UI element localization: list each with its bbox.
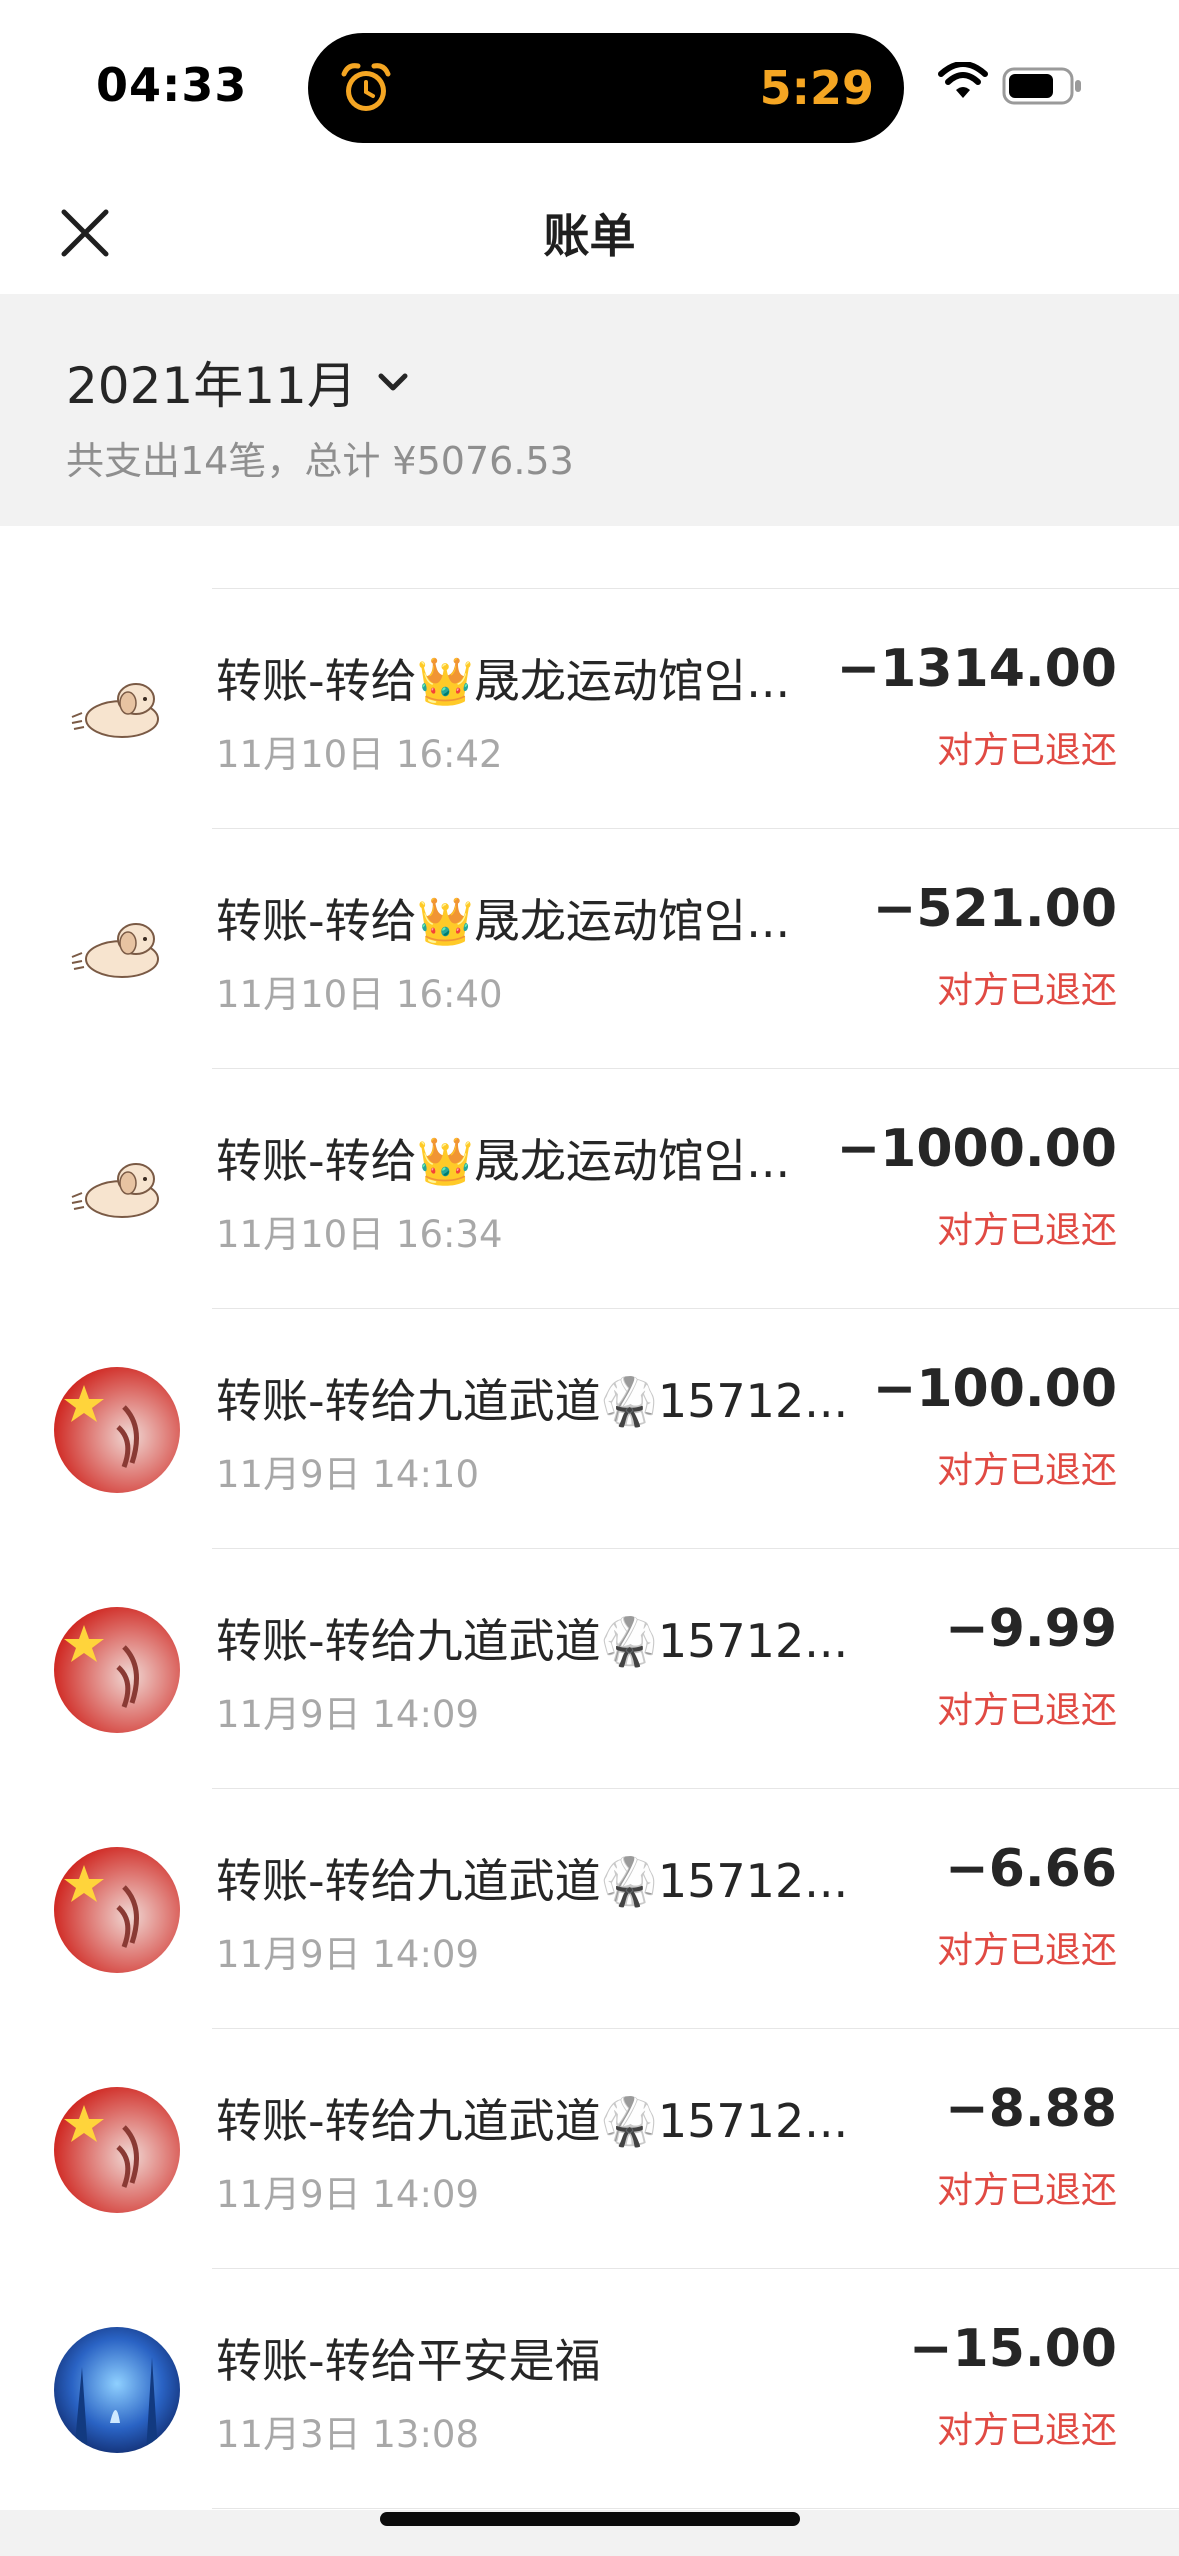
home-indicator[interactable] — [380, 2512, 800, 2526]
transaction-title: 转账-转给👑晟龙运动馆임... — [216, 894, 791, 948]
refund-status: 对方已退还 — [936, 730, 1117, 771]
avatar — [54, 1127, 180, 1253]
refund-status: 对方已退还 — [936, 2170, 1117, 2211]
transaction-time: 11月9日 14:09 — [216, 2173, 480, 2216]
transaction-time: 11月9日 14:09 — [216, 1693, 480, 1736]
flag-avatar — [54, 1367, 180, 1493]
avatar — [54, 2087, 180, 2213]
flag-avatar — [54, 1847, 180, 1973]
transaction-time: 11月3日 13:08 — [216, 2413, 480, 2456]
month-summary: 2021年11月 共支出14笔，总计 ¥5076.53 — [0, 294, 1179, 526]
page-title: 账单 — [543, 209, 636, 263]
transaction-amount: −521.00 — [872, 879, 1117, 939]
transaction-title: 转账-转给👑晟龙运动馆임... — [216, 654, 791, 708]
transaction-time: 11月10日 16:42 — [216, 733, 503, 776]
avatar — [54, 2327, 180, 2453]
transaction-amount: −100.00 — [872, 1359, 1117, 1419]
transaction-time: 11月9日 14:09 — [216, 1933, 480, 1976]
dynamic-island[interactable]: 5:29 — [308, 33, 904, 143]
transaction-title: 转账-转给平安是福 — [216, 2334, 601, 2388]
wifi-icon — [938, 62, 988, 98]
transaction-row[interactable]: 转账-转给👑晟龙运动馆임... 11月10日 16:34 −1000.00 对方… — [0, 1069, 1179, 1309]
transaction-row[interactable]: 转账-转给👑晟龙运动馆임... 11月10日 16:42 −1314.00 对方… — [0, 589, 1179, 829]
refund-status: 对方已退还 — [936, 2410, 1117, 2451]
blue-forest-avatar — [54, 2327, 180, 2453]
transaction-amount: −8.88 — [945, 2079, 1117, 2139]
transaction-amount: −1000.00 — [836, 1119, 1117, 1179]
alarm-icon — [341, 63, 391, 111]
avatar — [54, 887, 180, 1013]
puppy-avatar — [54, 887, 180, 1013]
flag-avatar — [54, 1607, 180, 1733]
transaction-list[interactable]: 转账-转给👑晟龙运动馆임... 11月10日 16:42 −1314.00 对方… — [0, 526, 1179, 2510]
transaction-amount: −9.99 — [945, 1599, 1117, 1659]
transaction-title: 转账-转给九道武道🥋15712... — [216, 2094, 849, 2148]
refund-status: 对方已退还 — [936, 1690, 1117, 1731]
divider — [212, 2508, 1179, 2509]
refund-status: 对方已退还 — [936, 1450, 1117, 1491]
status-bar: 04:33 5:29 — [0, 0, 1179, 172]
transaction-row[interactable]: 转账-转给九道武道🥋15712... 11月9日 14:09 −8.88 对方已… — [0, 2029, 1179, 2269]
transaction-row[interactable]: 转账-转给平安是福 11月3日 13:08 −15.00 对方已退还 — [0, 2269, 1179, 2509]
avatar — [54, 1847, 180, 1973]
transaction-title: 转账-转给九道武道🥋15712... — [216, 1614, 849, 1668]
transaction-time: 11月9日 14:10 — [216, 1453, 480, 1496]
status-time: 04:33 — [96, 58, 248, 112]
transaction-row[interactable]: 转账-转给九道武道🥋15712... 11月9日 14:09 −6.66 对方已… — [0, 1789, 1179, 2029]
transaction-time: 11月10日 16:34 — [216, 1213, 503, 1256]
transaction-row[interactable]: 转账-转给九道武道🥋15712... 11月9日 14:09 −9.99 对方已… — [0, 1549, 1179, 1789]
transaction-amount: −15.00 — [908, 2319, 1117, 2379]
avatar — [54, 1607, 180, 1733]
transaction-row[interactable]: 转账-转给👑晟龙运动馆임... 11月10日 16:40 −521.00 对方已… — [0, 829, 1179, 1069]
flag-avatar — [54, 2087, 180, 2213]
battery-icon — [1002, 67, 1081, 105]
chevron-down-icon — [378, 373, 408, 391]
month-label: 2021年11月 — [66, 357, 357, 415]
transaction-amount: −1314.00 — [836, 639, 1117, 699]
avatar — [54, 1367, 180, 1493]
transaction-title: 转账-转给👑晟龙运动馆임... — [216, 1134, 791, 1188]
puppy-avatar — [54, 647, 180, 773]
refund-status: 对方已退还 — [936, 970, 1117, 1011]
transaction-rows: 转账-转给👑晟龙运动馆임... 11月10日 16:42 −1314.00 对方… — [0, 589, 1179, 2509]
avatar — [54, 647, 180, 773]
transaction-title: 转账-转给九道武道🥋15712... — [216, 1854, 849, 1908]
transaction-row[interactable]: 转账-转给九道武道🥋15712... 11月9日 14:10 −100.00 对… — [0, 1309, 1179, 1549]
refund-status: 对方已退还 — [936, 1210, 1117, 1251]
refund-status: 对方已退还 — [936, 1930, 1117, 1971]
puppy-avatar — [54, 1127, 180, 1253]
transaction-title: 转账-转给九道武道🥋15712... — [216, 1374, 849, 1428]
timer-readout: 5:29 — [759, 61, 874, 115]
transaction-amount: −6.66 — [945, 1839, 1117, 1899]
month-selector[interactable]: 2021年11月 — [66, 346, 413, 418]
transaction-time: 11月10日 16:40 — [216, 973, 503, 1016]
nav-bar: 账单 — [0, 172, 1179, 295]
spending-summary: 共支出14笔，总计 ¥5076.53 — [66, 439, 574, 483]
